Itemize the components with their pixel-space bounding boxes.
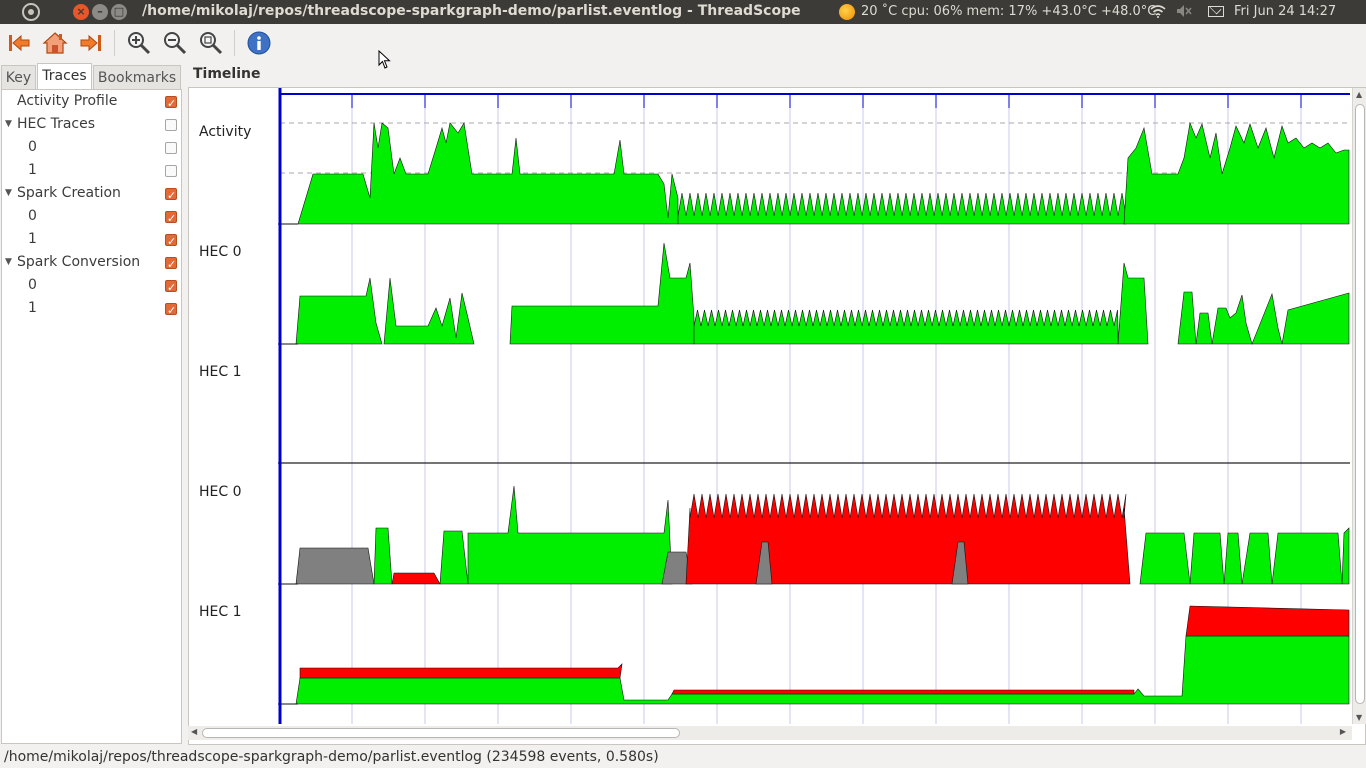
tree-row[interactable]: ▼ Spark Creation: [2, 182, 181, 207]
info-icon: [247, 31, 271, 55]
hec0-creation-area: [1177, 291, 1350, 345]
tree-row-label: 1: [28, 300, 37, 316]
expander-arrow-icon[interactable]: ▼: [5, 182, 12, 205]
jump-to-end-button[interactable]: [76, 28, 106, 58]
vertical-scrollbar[interactable]: ▲ ▼: [1352, 88, 1366, 724]
horizontal-scroll-thumb[interactable]: [202, 728, 680, 738]
tree-row-label: 0: [28, 139, 37, 155]
traces-tree: Activity Profile ▼ HEC Traces 0 1 ▼ Spark Crea…: [1, 89, 182, 744]
trace-checkbox[interactable]: [165, 165, 177, 177]
tree-row-label: 1: [28, 162, 37, 178]
timeline-title: Timeline: [193, 66, 261, 82]
tree-row[interactable]: 0: [2, 205, 181, 230]
hec0-creation-area: [1117, 262, 1149, 345]
hec0-creation-area: [383, 277, 475, 345]
trace-checkbox[interactable]: [165, 276, 177, 299]
mail-icon[interactable]: [1208, 6, 1224, 17]
hec0-conversion-green: [373, 527, 393, 585]
tab-key[interactable]: Key: [1, 65, 36, 89]
zoom-out-icon: [164, 32, 187, 55]
trace-checkbox[interactable]: [165, 184, 177, 207]
tree-row[interactable]: ▼ HEC Traces: [2, 113, 181, 136]
tab-traces[interactable]: Traces: [37, 63, 92, 90]
zoom-in-icon: [128, 32, 151, 55]
hec0-creation-area: [693, 309, 1119, 345]
hec0-conversion-green: [439, 485, 673, 585]
volume-muted-icon[interactable]: [1176, 4, 1192, 22]
hec1-conversion-red: [671, 689, 1135, 695]
hec0-conversion-red: [685, 493, 1131, 585]
trace-label-hec1-conversion: HEC 1: [199, 604, 242, 620]
tab-bookmarks[interactable]: Bookmarks: [93, 65, 181, 89]
zoom-fit-icon: [200, 32, 223, 55]
trace-checkbox[interactable]: [165, 299, 177, 322]
arrow-left-bar-icon: [9, 34, 30, 52]
top-panel: × – □ /home/mikolaj/repos/threadscope-sp…: [0, 0, 1366, 24]
hec0-conversion-green: [1139, 527, 1350, 585]
scroll-right-arrow-icon[interactable]: ▶: [1340, 727, 1346, 736]
ubuntu-logo-icon[interactable]: [22, 3, 40, 21]
hec0-conversion-grey: [295, 547, 375, 585]
tree-row-label: HEC Traces: [17, 116, 96, 132]
scroll-left-arrow-icon[interactable]: ◀: [191, 727, 197, 736]
hec0-creation-area: [509, 242, 695, 345]
tree-row[interactable]: 1: [2, 297, 181, 322]
tree-row[interactable]: Activity Profile: [2, 90, 181, 115]
expander-arrow-icon[interactable]: ▼: [5, 251, 12, 274]
scroll-down-arrow-icon[interactable]: ▼: [1356, 713, 1362, 722]
hec0-creation-area: [295, 277, 383, 345]
about-button[interactable]: [244, 28, 274, 58]
mouse-cursor-icon: [378, 50, 391, 69]
tree-row[interactable]: 0: [2, 274, 181, 299]
home-button[interactable]: [40, 28, 70, 58]
vertical-scroll-thumb[interactable]: [1355, 104, 1365, 704]
scroll-up-arrow-icon[interactable]: ▲: [1356, 90, 1362, 99]
trace-checkbox[interactable]: [165, 207, 177, 230]
tree-row[interactable]: 1: [2, 228, 181, 253]
tree-row-label: Activity Profile: [17, 93, 118, 109]
close-window-button[interactable]: ×: [73, 4, 89, 20]
sidebar-tabs: Key Traces Bookmarks: [0, 63, 182, 90]
timeline-chart[interactable]: [278, 88, 1350, 724]
expander-arrow-icon[interactable]: ▼: [5, 113, 12, 136]
home-icon: [42, 32, 68, 54]
clock[interactable]: Fri Jun 24 14:27: [1234, 4, 1336, 19]
jump-to-start-button[interactable]: [4, 28, 34, 58]
activity-area: [677, 192, 1127, 225]
tree-row[interactable]: 0: [2, 136, 181, 159]
window-title: /home/mikolaj/repos/threadscope-sparkgra…: [142, 3, 801, 19]
trace-label-hec0-creation: HEC 0: [199, 244, 242, 260]
tree-row-label: 1: [28, 231, 37, 247]
system-monitor-text[interactable]: 20 ˚C cpu: 06% mem: 17% +43.0°C +48.0°C: [861, 4, 1156, 19]
trace-label-hec1-creation: HEC 1: [199, 364, 242, 380]
tree-row-label: 0: [28, 277, 37, 293]
trace-checkbox[interactable]: [165, 92, 177, 115]
timeline-traces: [278, 121, 1350, 705]
tree-row-label: Spark Creation: [17, 185, 121, 201]
trace-checkbox[interactable]: [165, 142, 177, 154]
trace-checkbox[interactable]: [165, 119, 177, 131]
hec0-conversion-red: [391, 572, 441, 585]
wifi-icon[interactable]: [1150, 5, 1166, 22]
tree-row-label: 0: [28, 208, 37, 224]
hec1-conversion-red: [299, 663, 623, 679]
trace-label-hec0-conversion: HEC 0: [199, 484, 242, 500]
status-bar: /home/mikolaj/repos/threadscope-sparkgra…: [4, 749, 659, 765]
weather-sun-icon[interactable]: [839, 4, 855, 20]
trace-label-activity: Activity: [199, 124, 252, 140]
toolbar: [0, 24, 1366, 62]
zoom-fit-button[interactable]: [196, 28, 226, 58]
hec1-conversion-red: [1185, 605, 1350, 637]
minimize-window-button[interactable]: –: [92, 4, 108, 20]
trace-checkbox[interactable]: [165, 230, 177, 253]
tree-row[interactable]: ▼ Spark Conversion: [2, 251, 181, 276]
horizontal-scrollbar[interactable]: ◀ ▶: [188, 726, 1352, 740]
trace-checkbox[interactable]: [165, 253, 177, 276]
arrow-right-bar-icon: [80, 34, 101, 52]
maximize-window-button[interactable]: □: [111, 4, 127, 20]
zoom-in-button[interactable]: [124, 28, 154, 58]
zoom-out-button[interactable]: [160, 28, 190, 58]
tree-row-label: Spark Conversion: [17, 254, 141, 270]
tree-row[interactable]: 1: [2, 159, 181, 182]
